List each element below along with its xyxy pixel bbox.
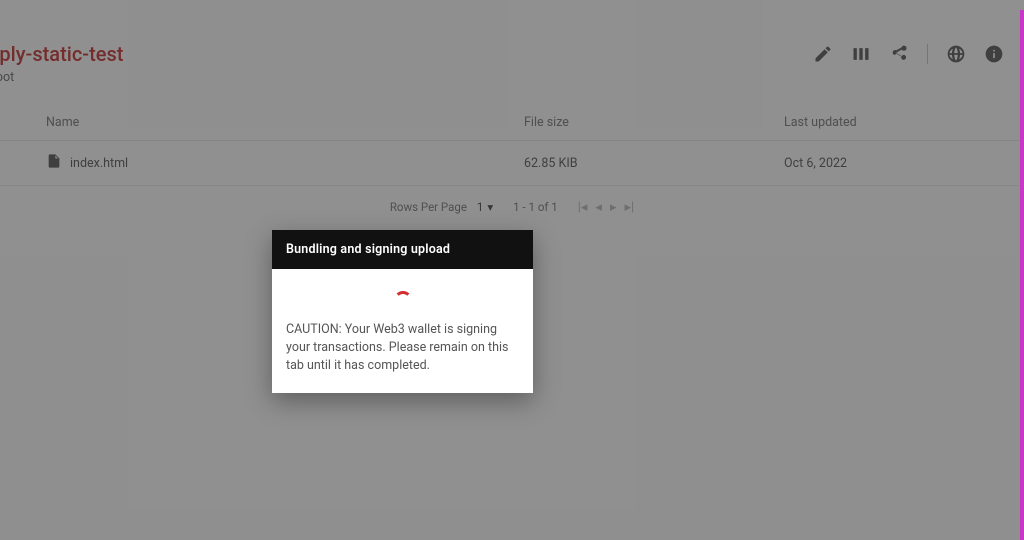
- right-accent-bar: [1020, 10, 1024, 540]
- modal-title: Bundling and signing upload: [272, 230, 533, 269]
- loading-spinner: [286, 283, 519, 321]
- modal-caution-text: CAUTION: Your Web3 wallet is signing you…: [286, 321, 519, 375]
- upload-modal: Bundling and signing upload CAUTION: You…: [272, 230, 533, 393]
- modal-overlay: Bundling and signing upload CAUTION: You…: [0, 0, 1024, 540]
